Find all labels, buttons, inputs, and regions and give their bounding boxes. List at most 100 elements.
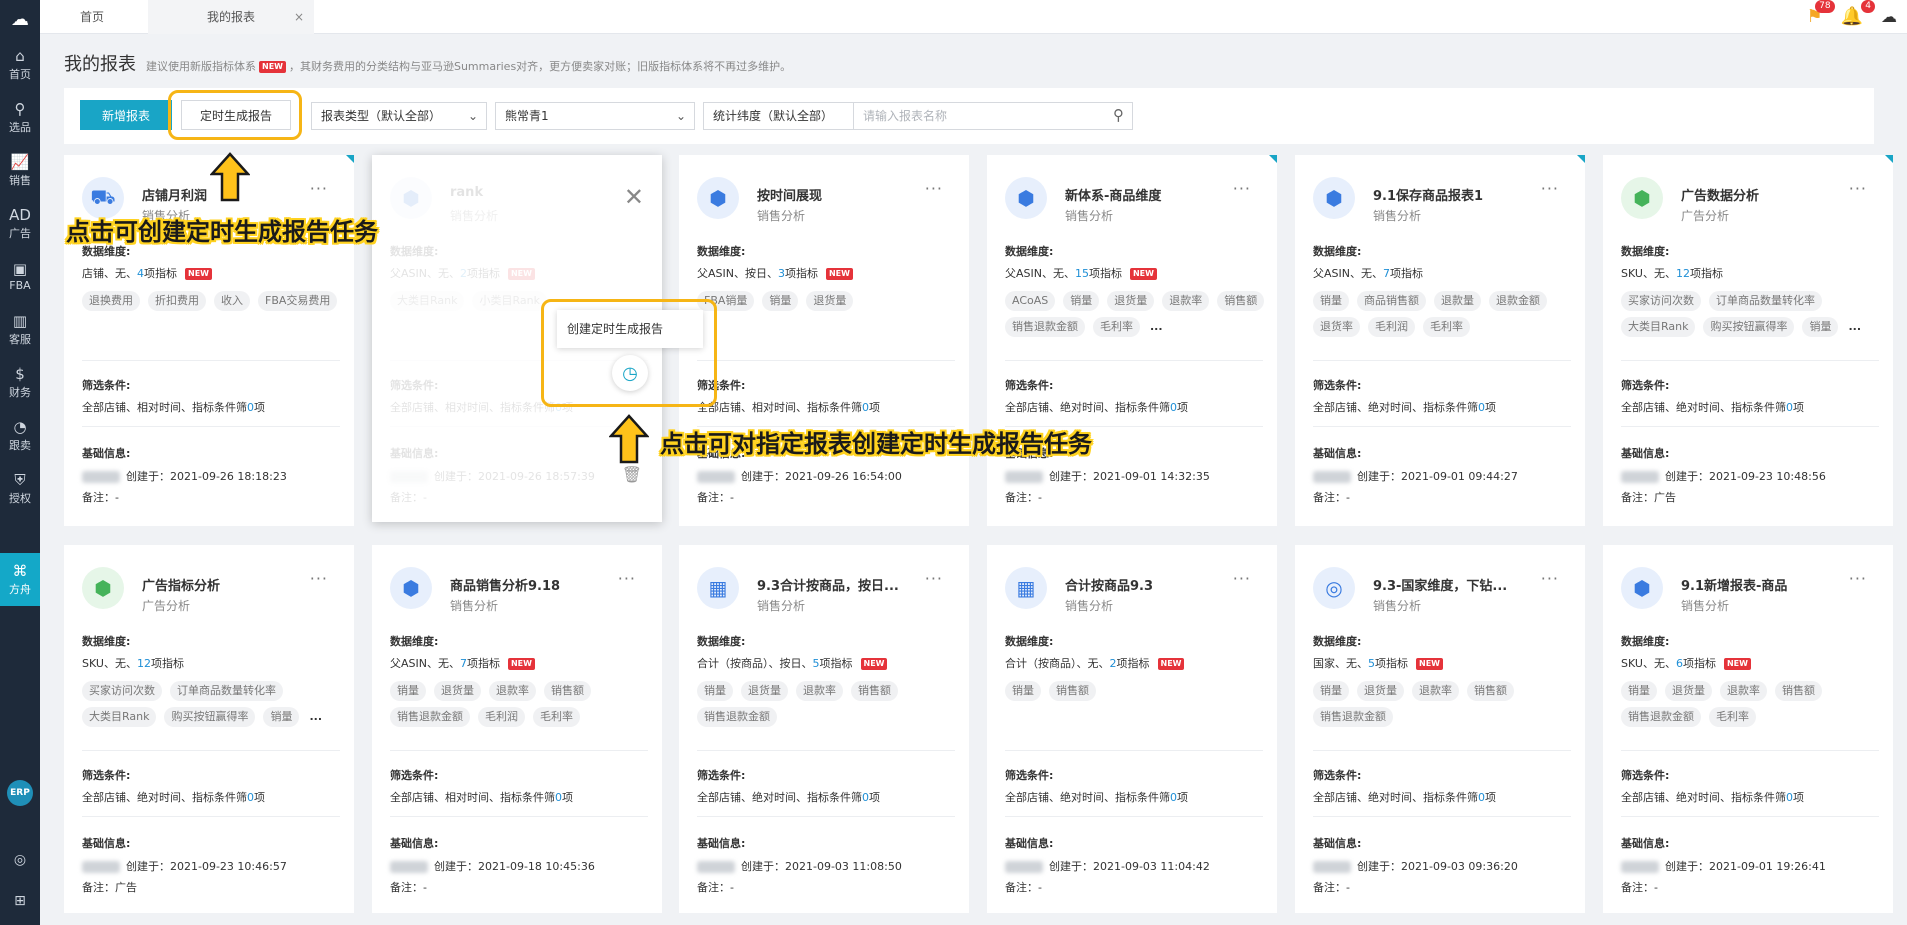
sidebar-item-8[interactable]: ⛨ 授权 — [0, 462, 40, 515]
dims-text: 国家、无、 — [1313, 657, 1368, 670]
remark-label: 备注： — [1621, 881, 1654, 894]
annotation-card-schedule: 点击可对指定报表创建定时生成报告任务 — [660, 430, 1092, 458]
divider — [697, 750, 955, 751]
close-tab-icon[interactable]: × — [294, 0, 304, 34]
more-icon[interactable]: ··· — [1233, 569, 1251, 588]
report-type-icon: ▦ — [697, 567, 739, 609]
store-select[interactable]: 熊常青1 ⌄ — [495, 102, 695, 130]
more-icon[interactable]: ··· — [1849, 179, 1867, 198]
sidebar-item-1[interactable]: ⚲ 选品 — [0, 91, 40, 144]
metric-tag: ... — [1848, 320, 1862, 333]
creator-name — [82, 471, 120, 483]
close-icon[interactable]: ✕ — [624, 183, 644, 211]
metric-unit: 项指标 — [1389, 267, 1423, 280]
created-time: 2021-09-01 19:26:41 — [1709, 860, 1826, 873]
dims-text: 合计（按商品）、按日、 — [697, 657, 813, 670]
more-icon[interactable]: ··· — [1849, 569, 1867, 588]
filters-text: 全部店铺、相对时间、指标条件筛 — [82, 401, 247, 414]
metric-tag: 大类目Rank — [82, 707, 157, 727]
more-icon[interactable]: ··· — [925, 569, 943, 588]
report-card[interactable]: ⬢ 广告数据分析 广告分析 数据维度: SKU、无、12项指标 买家访问次数 订单商品数量转… — [1603, 155, 1893, 526]
basic-label: 基础信息: — [1313, 837, 1362, 850]
metric-unit: 项指标 — [1088, 267, 1122, 280]
metric-tags: ACoAS 销量 退货量 退款率 销售额 销售退款金额 毛利率... — [1005, 291, 1265, 337]
sidebar-item-5[interactable]: ▥ 客服 — [0, 303, 40, 356]
card-category: 销售分析 — [450, 599, 499, 613]
sidebar-item-4[interactable]: ▣ FBA — [0, 250, 40, 303]
report-search: ⚲ — [853, 102, 1133, 130]
report-card[interactable]: ⬢ 广告指标分析 广告分析 数据维度: SKU、无、12项指标 买家访问次数 订单商品数量转… — [64, 545, 354, 913]
metric-tag: 退货量 — [806, 291, 854, 311]
sidebar-item-0[interactable]: ⌂ 首页 — [0, 38, 40, 91]
created-time: 2021-09-01 09:44:27 — [1401, 470, 1518, 483]
sidebar-item-3[interactable]: AD 广告 — [0, 197, 40, 250]
sidebar-item-7[interactable]: ◔ 跟卖 — [0, 409, 40, 462]
filters-count: 0 — [862, 791, 869, 804]
card-category: 销售分析 — [757, 599, 806, 613]
new-report-button[interactable]: 新增报表 — [80, 100, 172, 130]
flag-icon[interactable]: ⚑ 78 — [1806, 0, 1835, 27]
metric-tag: 小类目Rank — [472, 291, 547, 311]
filters-text: 全部店铺、绝对时间、指标条件筛 — [1005, 401, 1170, 414]
dims-label: 数据维度: — [1005, 635, 1054, 648]
report-type-icon: ⬢ — [82, 567, 124, 609]
created-time: 2021-09-23 10:48:56 — [1709, 470, 1826, 483]
metric-count: 7 — [459, 657, 467, 670]
stat-dim-select[interactable]: 统计纬度（默认全部）⌄ — [703, 102, 873, 130]
report-card[interactable]: ⬢ 9.1保存商品报表1 销售分析 数据维度: 父ASIN、无、7项指标 销量 商品销售额退… — [1295, 155, 1585, 526]
report-card[interactable]: ⬢ 商品销售分析9.18 销售分析 数据维度: 父ASIN、无、7项指标 NEW 销量 退货量… — [372, 545, 662, 913]
search-input[interactable] — [854, 103, 1094, 129]
clock-icon[interactable]: ◷ — [612, 355, 648, 391]
metric-unit: 项指标 — [466, 267, 500, 280]
report-type-select[interactable]: 报表类型（默认全部） ⌄ — [311, 102, 487, 130]
create-schedule-popup[interactable]: 创建定时生成报告 — [557, 310, 703, 348]
tab-home[interactable]: 首页 — [40, 0, 144, 34]
sidebar-item-9[interactable]: ⌘ 方舟 — [0, 553, 40, 606]
report-card[interactable]: ⬢ 9.1新增报表-商品 销售分析 数据维度: SKU、无、6项指标 NEW 销量 退货量 退款… — [1603, 545, 1893, 913]
metric-tag: 大类目Rank — [390, 291, 465, 311]
report-type-icon: ⬢ — [1621, 177, 1663, 219]
report-card[interactable]: ⛟ 店铺月利润 销售分析 数据维度: 店铺、无、4项指标 NEW 退换费用 折扣费用 收入 FBA… — [64, 155, 354, 526]
created-time: 2021-09-26 18:57:39 — [478, 470, 595, 483]
report-card[interactable]: ⬢ 按时间展现 销售分析 数据维度: 父ASIN、按日、3项指标 NEW FBA销量 销量 退货… — [679, 155, 969, 526]
page-header: 我的报表 建议使用新版指标体系 NEW ，其财务费用的分类结构与亚马逊Summari… — [64, 50, 791, 76]
basic-label: 基础信息: — [1621, 447, 1670, 460]
more-icon[interactable]: ··· — [1233, 179, 1251, 198]
report-type-icon: ⬢ — [697, 177, 739, 219]
search-icon[interactable]: ⚲ — [1113, 106, 1124, 124]
more-icon[interactable]: ··· — [925, 179, 943, 198]
page-note: 建议使用新版指标体系 NEW ，其财务费用的分类结构与亚马逊Summaries对齐，… — [146, 58, 791, 74]
tab-my-reports[interactable]: 我的报表 × — [148, 0, 314, 34]
report-card[interactable]: ▦ 9.3合计按商品，按日... 销售分析 数据维度: 合计（按商品）、按日、5项指标 N… — [679, 545, 969, 913]
report-card[interactable]: ▦ 合计按商品9.3 销售分析 数据维度: 合计（按商品）、无、2项指标 NEW 销量 销售额… — [987, 545, 1277, 913]
gift-icon[interactable]: ⊞ — [0, 893, 40, 909]
filters-label: 筛选条件: — [82, 379, 131, 392]
created-time: 2021-09-23 10:46:57 — [170, 860, 287, 873]
sidebar-item-2[interactable]: 📈 销售 — [0, 144, 40, 197]
sidebar-item-6[interactable]: $ 财务 — [0, 356, 40, 409]
basic-label: 基础信息: — [82, 447, 131, 460]
more-icon[interactable]: ··· — [1541, 179, 1559, 198]
bell-icon[interactable]: 🔔 4 — [1841, 0, 1875, 27]
more-icon[interactable]: ··· — [310, 569, 328, 588]
support-icon[interactable]: ◎ — [0, 852, 40, 868]
created-value: 创建于：2021-09-18 10:45:36 — [390, 858, 595, 874]
more-icon[interactable]: ··· — [310, 179, 328, 198]
erp-badge[interactable]: ERP — [7, 780, 33, 806]
user-avatar[interactable]: ☁ — [1881, 7, 1897, 26]
app-logo[interactable]: ☁ — [0, 0, 40, 38]
divider — [1621, 426, 1879, 427]
filters-value: 全部店铺、相对时间、指标条件筛0项 — [82, 399, 265, 415]
report-card[interactable]: ⬢ 新体系-商品维度 销售分析 数据维度: 父ASIN、无、15项指标 NEW ACoAS 销… — [987, 155, 1277, 526]
more-icon[interactable]: ··· — [1541, 569, 1559, 588]
trash-icon[interactable]: 🗑 — [622, 465, 642, 484]
filters-value: 全部店铺、绝对时间、指标条件筛0项 — [1621, 789, 1804, 805]
metric-count: 12 — [1675, 267, 1690, 280]
created-label: 创建于： — [1049, 470, 1093, 483]
creator-name — [390, 861, 428, 873]
report-card[interactable]: ◎ 9.3-国家维度，下钻... 销售分析 数据维度: 国家、无、5项指标 NEW 销量 退货… — [1295, 545, 1585, 913]
annotation-scheduled: 点击可创建定时生成报告任务 — [66, 218, 378, 246]
more-icon[interactable]: ··· — [618, 569, 636, 588]
divider — [1621, 750, 1879, 751]
created-label: 创建于： — [126, 470, 170, 483]
